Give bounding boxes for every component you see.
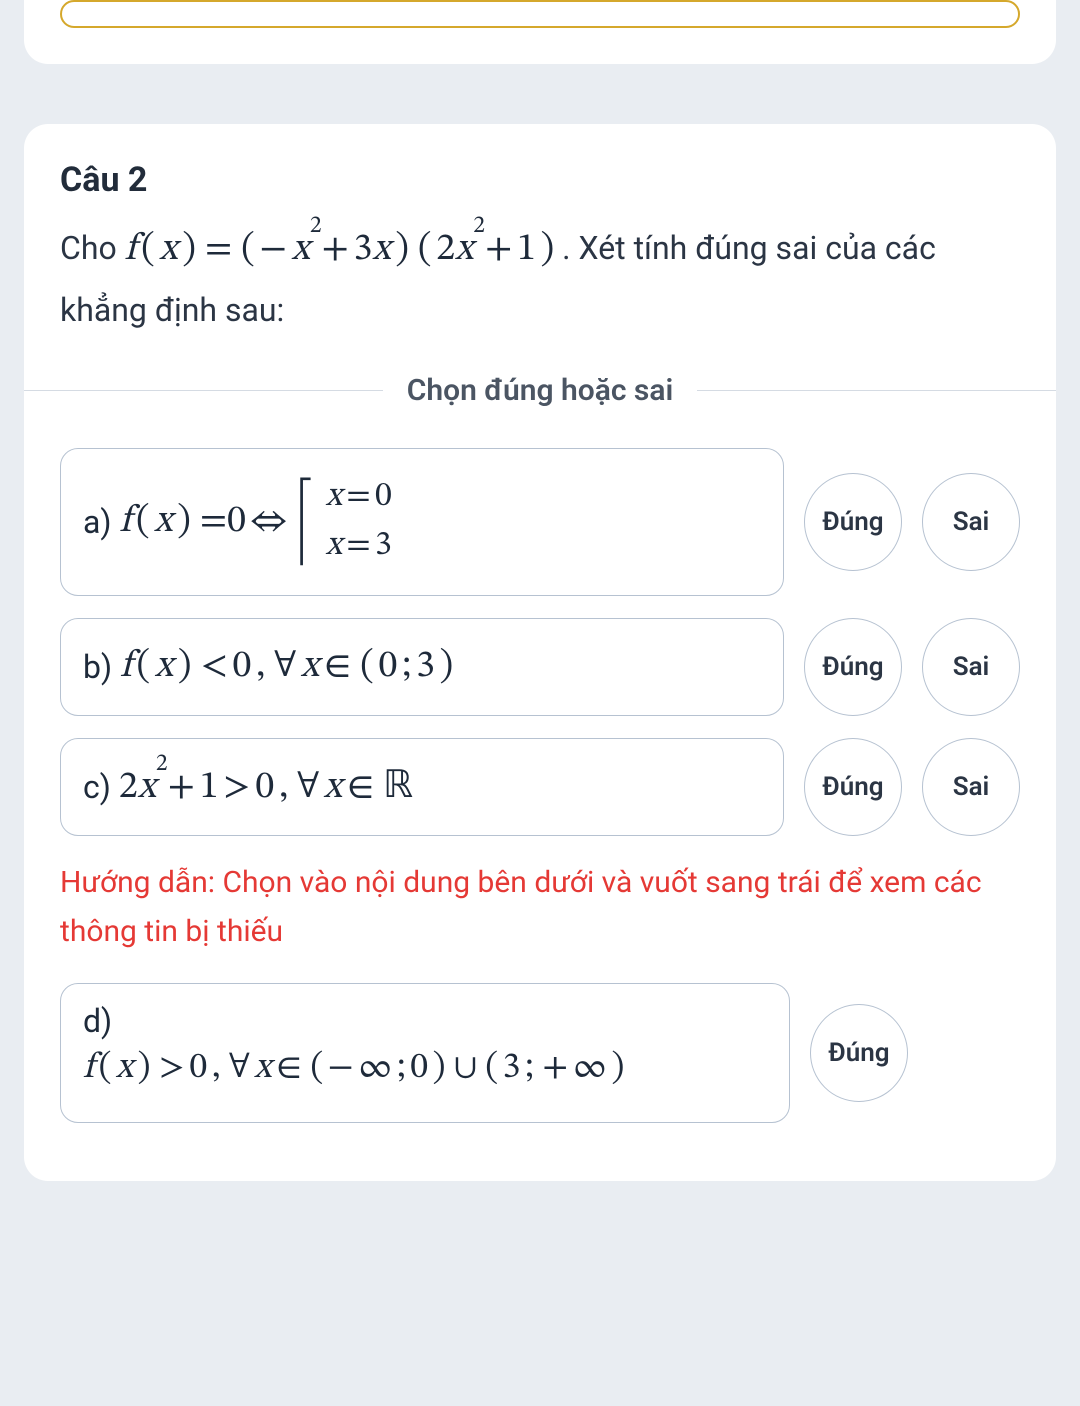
divider-line-left — [24, 390, 383, 391]
option-box-b[interactable]: b) f ( x ) < 0 , ∀ x ∈ ( 0 ; 3 ) — [60, 618, 784, 716]
left-bracket-icon — [296, 477, 318, 567]
option-row-c: c) 2x2+ 1 > 0 , ∀ x ∈ ℝ Đúng Sai — [60, 738, 1020, 836]
option-label-b: b) — [83, 648, 112, 686]
option-a-line1: x = 0 — [326, 476, 392, 519]
question-body: Cho f ( x ) = ( − x2+ 3x ) ( 2x2+ 1 ) . … — [60, 218, 1020, 337]
true-button-a[interactable]: Đúng — [804, 473, 902, 571]
option-b-expr: f ( x ) < 0 , ∀ x ∈ ( 0 ; 3 ) — [120, 643, 453, 691]
true-button-b[interactable]: Đúng — [804, 618, 902, 716]
false-button-c[interactable]: Sai — [922, 738, 1020, 836]
option-label-c: c) — [83, 768, 111, 806]
section-divider: Chọn đúng hoặc sai — [24, 373, 1056, 408]
hint-text: Hướng dẫn: Chọn vào nội dung bên dưới và… — [60, 858, 1020, 957]
question-card: Câu 2 Cho f ( x ) = ( − x2+ 3x ) ( 2x2+ … — [24, 124, 1056, 1181]
option-box-c[interactable]: c) 2x2+ 1 > 0 , ∀ x ∈ ℝ — [60, 738, 784, 836]
question-title: Câu 2 — [60, 160, 1020, 200]
option-a-line2: x = 3 — [326, 525, 392, 568]
question-prefix: Cho — [60, 229, 125, 267]
question-formula: f ( x ) = ( − x2+ 3x ) ( 2x2+ 1 ) — [125, 231, 555, 269]
option-box-d[interactable]: d) f ( x ) > 0 , ∀ x ∈ ( − ∞ ; 0 ) ∪ ( 3… — [60, 983, 790, 1123]
option-row-b: b) f ( x ) < 0 , ∀ x ∈ ( 0 ; 3 ) Đúng Sa… — [60, 618, 1020, 716]
option-a-bracket: x = 0 x = 3 — [296, 476, 392, 568]
option-label-a: a) — [83, 503, 112, 541]
prev-card-partial — [24, 0, 1056, 64]
true-button-c[interactable]: Đúng — [804, 738, 902, 836]
option-label-d: d) — [83, 1002, 112, 1040]
option-d-expr: f ( x ) > 0 , ∀ x ∈ ( − ∞ ; 0 ) ∪ ( 3 ; … — [83, 1046, 624, 1091]
option-row-d: d) f ( x ) > 0 , ∀ x ∈ ( − ∞ ; 0 ) ∪ ( 3… — [60, 983, 1020, 1123]
option-box-a[interactable]: a) f ( x ) =0 ⇔ x = 0 x = 3 — [60, 448, 784, 596]
option-row-a: a) f ( x ) =0 ⇔ x = 0 x = 3 Đúng Sai — [60, 448, 1020, 596]
false-button-a[interactable]: Sai — [922, 473, 1020, 571]
option-a-lhs: f ( x ) =0 ⇔ — [120, 498, 296, 546]
false-button-b[interactable]: Sai — [922, 618, 1020, 716]
divider-line-right — [697, 390, 1056, 391]
true-button-d[interactable]: Đúng — [810, 1004, 908, 1102]
highlighted-box — [60, 0, 1020, 28]
option-c-expr: 2x2+ 1 > 0 , ∀ x ∈ ℝ — [119, 762, 413, 812]
divider-label: Chọn đúng hoặc sai — [383, 373, 698, 408]
